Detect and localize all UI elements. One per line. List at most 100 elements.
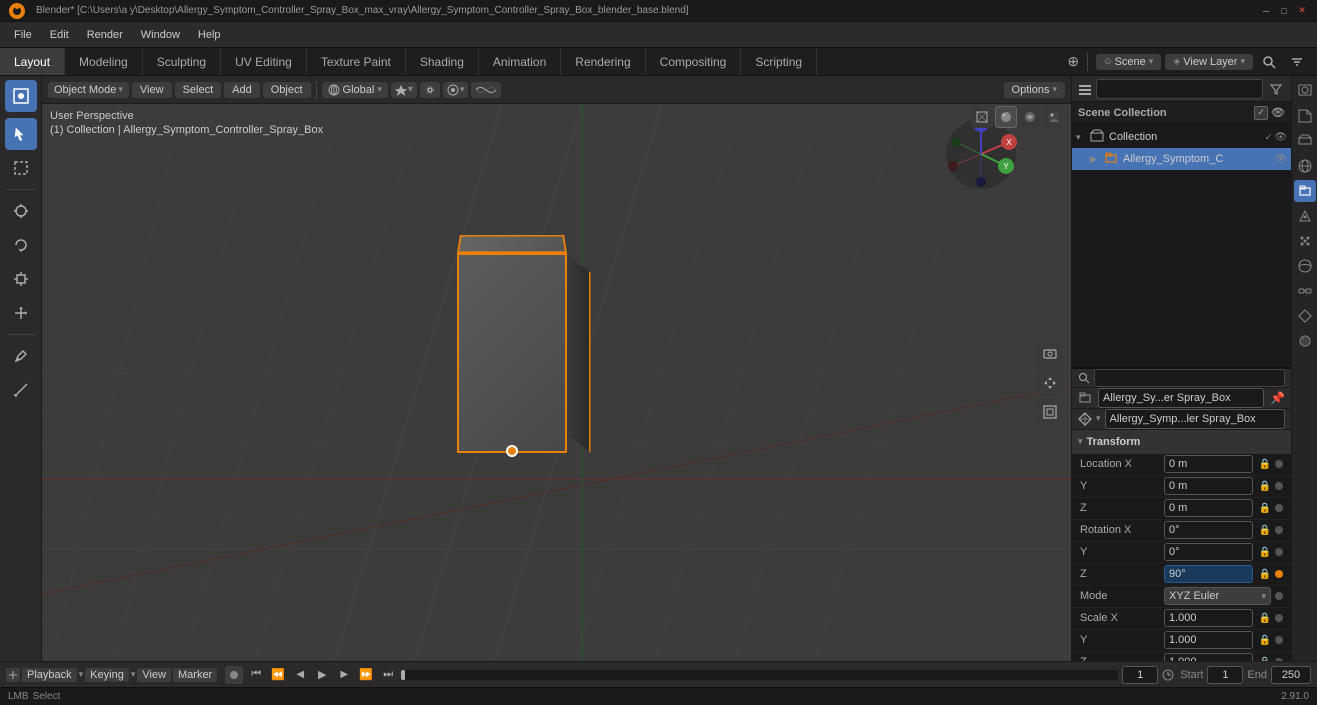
overlay-controls[interactable] <box>471 82 501 98</box>
start-frame-input[interactable] <box>1207 666 1243 684</box>
scene-props-btn[interactable] <box>1294 155 1316 177</box>
scale-x-keyframe[interactable] <box>1275 614 1283 622</box>
keying-menu[interactable]: Keying <box>85 668 129 682</box>
jump-back-btn[interactable]: ⏪ <box>269 666 287 684</box>
scene-collection-checkbox[interactable]: ✓ <box>1254 106 1268 120</box>
viewport-canvas[interactable]: User Perspective (1) Collection | Allerg… <box>42 104 1071 661</box>
scale-z-value[interactable]: 1.000 <box>1164 653 1253 661</box>
shading-render-btn[interactable] <box>1043 106 1065 128</box>
current-frame-input[interactable] <box>1122 666 1158 684</box>
tab-rendering[interactable]: Rendering <box>561 48 645 75</box>
outliner-search-input[interactable] <box>1096 79 1263 99</box>
skip-to-start-btn[interactable]: ⏮ <box>247 666 265 684</box>
scene-collection-eye[interactable]: 👁 <box>1271 106 1285 120</box>
mode-dropdown[interactable]: Object Mode ▾ <box>48 82 129 98</box>
close-button[interactable]: ✕ <box>1295 4 1309 18</box>
outliner-filter-btn[interactable] <box>1267 80 1285 98</box>
shading-wireframe-btn[interactable] <box>971 106 993 128</box>
record-button[interactable] <box>225 666 243 684</box>
box-select-tool[interactable] <box>5 152 37 184</box>
object-data-props-btn[interactable] <box>1294 305 1316 327</box>
object-props-btn[interactable] <box>1294 180 1316 202</box>
mode-keyframe[interactable] <box>1275 592 1283 600</box>
location-z-lock[interactable]: 🔒 <box>1259 503 1271 514</box>
object-menu-button[interactable]: Object <box>263 82 311 98</box>
tab-scripting[interactable]: Scripting <box>741 48 817 75</box>
render-props-btn[interactable] <box>1294 80 1316 102</box>
rotation-x-lock[interactable]: 🔒 <box>1259 525 1271 536</box>
rotation-y-lock[interactable]: 🔒 <box>1259 547 1271 558</box>
help-menu[interactable]: Help <box>190 27 229 43</box>
render-menu[interactable]: Render <box>79 27 131 43</box>
rotation-z-lock[interactable]: 🔒 <box>1259 569 1271 580</box>
rotation-y-keyframe[interactable] <box>1275 548 1283 556</box>
location-y-keyframe[interactable] <box>1275 482 1283 490</box>
marker-menu[interactable]: Marker <box>173 668 217 682</box>
end-frame-input[interactable] <box>1271 666 1311 684</box>
tab-modeling[interactable]: Modeling <box>65 48 143 75</box>
rotate-tool[interactable] <box>5 229 37 261</box>
edit-menu[interactable]: Edit <box>42 27 77 43</box>
step-back-btn[interactable]: ◀ <box>291 666 309 684</box>
data-dropdown-arrow[interactable]: ▾ <box>1096 413 1101 424</box>
minimize-button[interactable]: ─ <box>1259 4 1273 18</box>
rotation-x-value[interactable]: 0° <box>1164 521 1253 539</box>
window-menu[interactable]: Window <box>133 27 188 43</box>
object-eye-btn[interactable]: 👁 <box>1274 154 1287 165</box>
tab-texture-paint[interactable]: Texture Paint <box>307 48 406 75</box>
scene-selector[interactable]: ⊙ Scene ▾ <box>1096 54 1161 70</box>
tab-sculpting[interactable]: Sculpting <box>143 48 221 75</box>
modifier-props-btn[interactable] <box>1294 205 1316 227</box>
measure-tool[interactable] <box>5 374 37 406</box>
rotation-x-keyframe[interactable] <box>1275 526 1283 534</box>
file-menu[interactable]: File <box>6 27 40 43</box>
transform-tool[interactable] <box>5 297 37 329</box>
location-z-value[interactable]: 0 m <box>1164 499 1253 517</box>
view-menu-button[interactable]: View <box>132 82 172 98</box>
tab-layout[interactable]: Layout <box>0 48 65 75</box>
props-search-input[interactable] <box>1094 369 1285 387</box>
particles-props-btn[interactable] <box>1294 230 1316 252</box>
grab-tool[interactable] <box>5 195 37 227</box>
constraints-props-btn[interactable] <box>1294 280 1316 302</box>
add-menu-button[interactable]: Add <box>224 82 260 98</box>
scale-y-value[interactable]: 1.000 <box>1164 631 1253 649</box>
jump-fwd-btn[interactable]: ⏩ <box>357 666 375 684</box>
tab-animation[interactable]: Animation <box>479 48 561 75</box>
maximize-button[interactable]: □ <box>1277 4 1291 18</box>
view-layer-selector[interactable]: ◈ View Layer ▾ <box>1165 54 1253 70</box>
step-fwd-btn[interactable]: ▶ <box>335 666 353 684</box>
pivot-controls[interactable] <box>420 82 440 98</box>
view-menu[interactable]: View <box>137 668 171 682</box>
rotation-y-value[interactable]: 0° <box>1164 543 1253 561</box>
data-name-input[interactable] <box>1105 409 1285 429</box>
scale-y-lock[interactable]: 🔒 <box>1259 635 1271 646</box>
global-dropdown[interactable]: Global ▾ <box>322 82 388 98</box>
view-layer-props-btn[interactable] <box>1294 130 1316 152</box>
rotation-mode-dropdown[interactable]: XYZ Euler ▾ <box>1164 587 1271 605</box>
transform-header[interactable]: ▾ Transform <box>1072 430 1291 454</box>
viewport[interactable]: Object Mode ▾ View Select Add Object Glo… <box>42 76 1071 661</box>
tab-shading[interactable]: Shading <box>406 48 479 75</box>
shading-solid-btn[interactable] <box>995 106 1017 128</box>
location-x-keyframe[interactable] <box>1275 460 1283 468</box>
shading-lpe-btn[interactable] <box>1019 106 1041 128</box>
location-y-lock[interactable]: 🔒 <box>1259 481 1271 492</box>
playback-menu[interactable]: Playback <box>22 668 77 682</box>
object-row[interactable]: ▶ Allergy_Symptom_C 👁 <box>1072 148 1291 170</box>
pan-button[interactable] <box>1037 370 1063 396</box>
play-button[interactable]: ▶ <box>313 666 331 684</box>
annotate-tool[interactable] <box>5 340 37 372</box>
scale-y-keyframe[interactable] <box>1275 636 1283 644</box>
location-z-keyframe[interactable] <box>1275 504 1283 512</box>
options-button[interactable]: Options ▾ <box>1004 82 1065 98</box>
zoom-camera-button[interactable] <box>1037 341 1063 367</box>
scale-x-lock[interactable]: 🔒 <box>1259 613 1271 624</box>
rotation-z-value[interactable]: 90° <box>1164 565 1253 583</box>
rotation-z-keyframe[interactable] <box>1275 570 1283 578</box>
tab-compositing[interactable]: Compositing <box>646 48 742 75</box>
collection-hide-btn[interactable]: ✓ <box>1265 132 1273 143</box>
tab-uv-editing[interactable]: UV Editing <box>221 48 307 75</box>
scale-x-value[interactable]: 1.000 <box>1164 609 1253 627</box>
select-tool-button[interactable] <box>5 118 37 150</box>
